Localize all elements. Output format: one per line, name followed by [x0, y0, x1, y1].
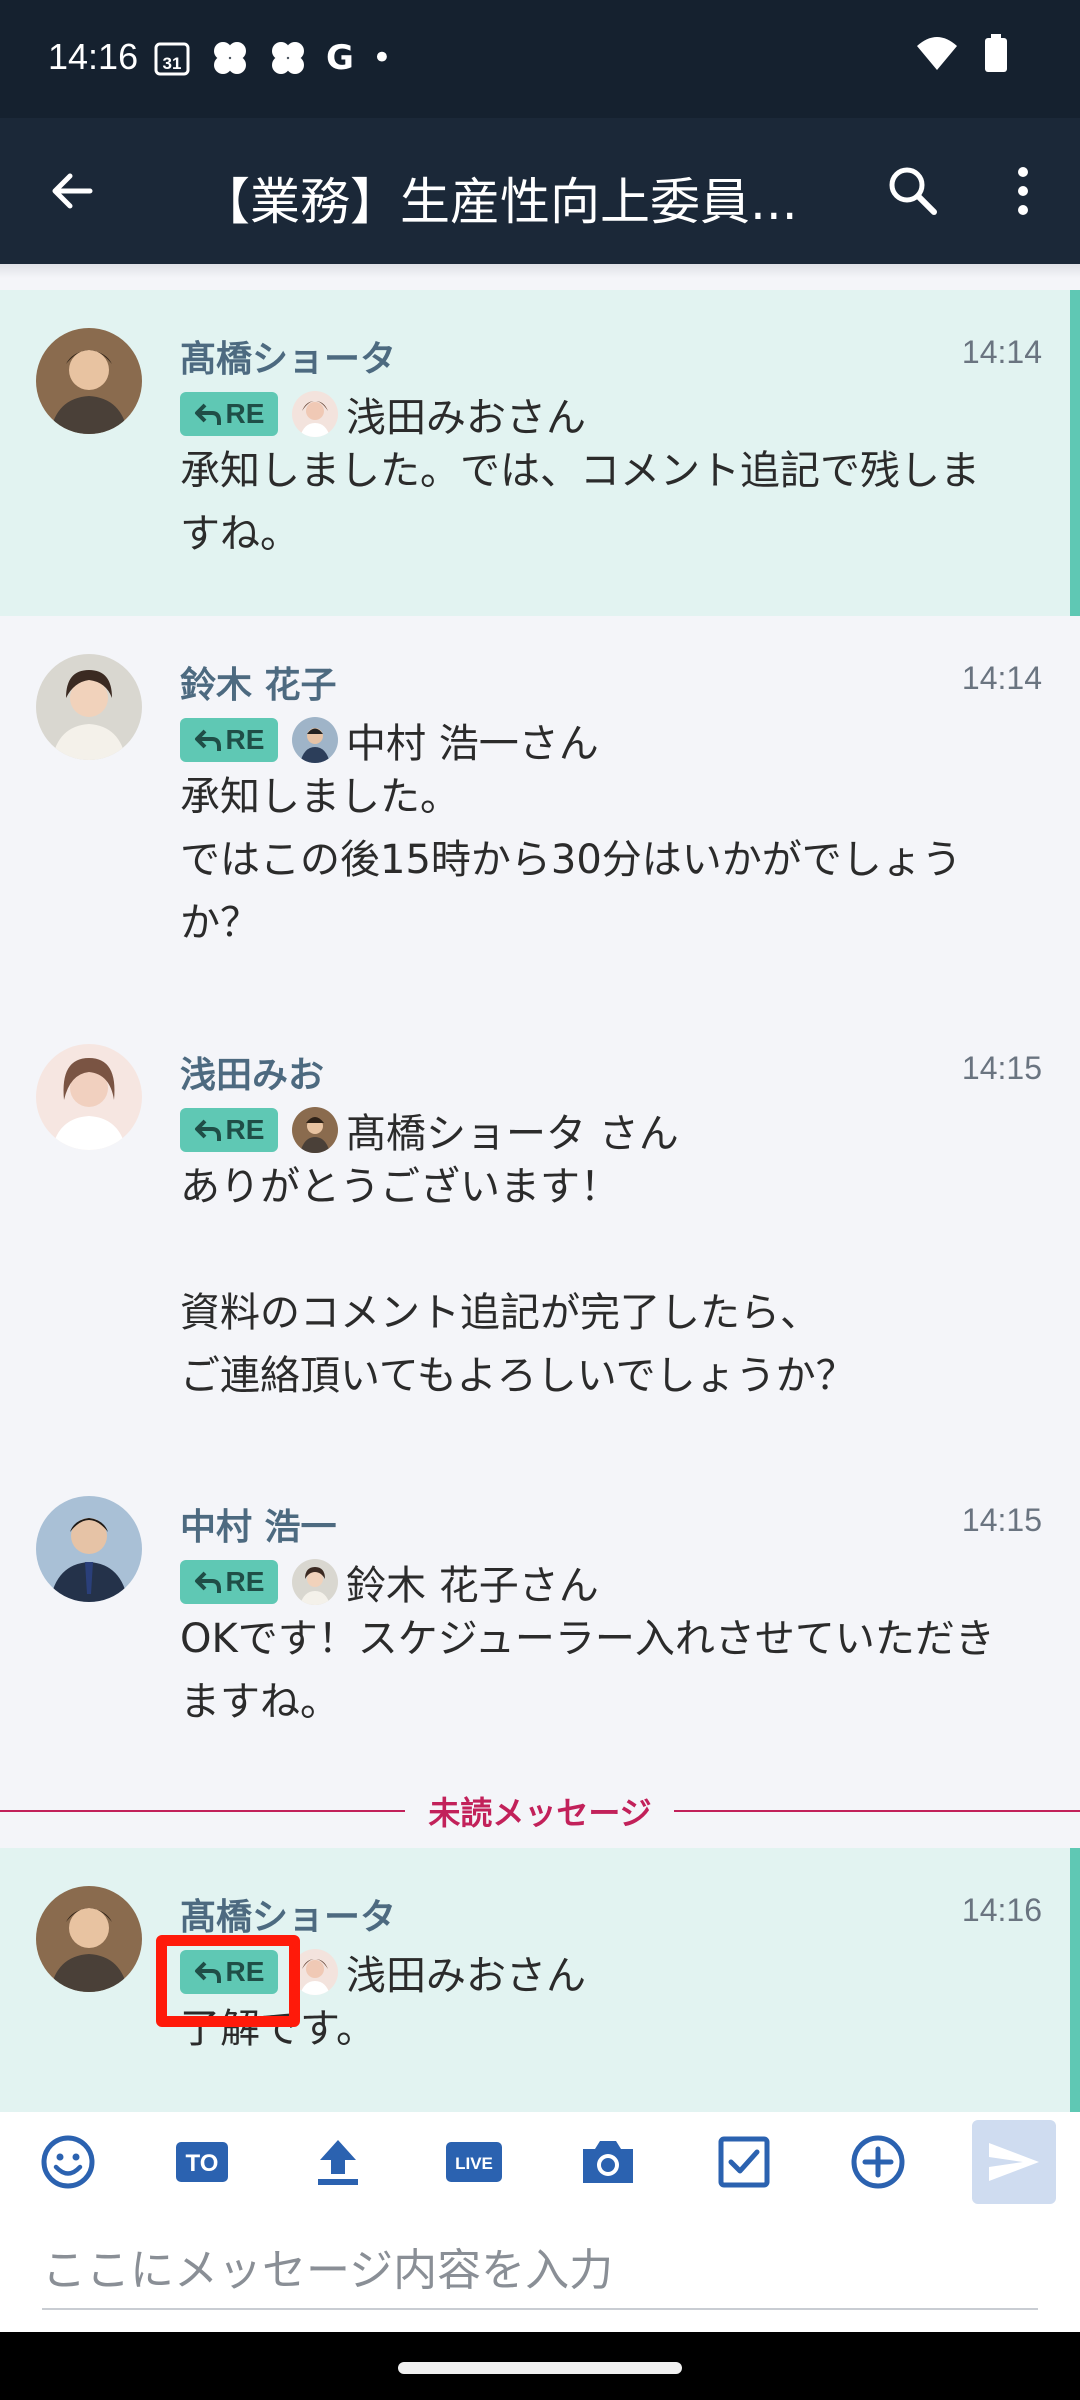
to-button[interactable]: TO: [168, 2128, 236, 2196]
reply-reference[interactable]: RE 浅田みおさん: [180, 385, 586, 443]
re-badge[interactable]: RE: [180, 718, 278, 762]
avatar[interactable]: [36, 1044, 142, 1150]
system-nav-bar: [0, 2332, 1080, 2400]
send-icon: [989, 2143, 1039, 2181]
send-button[interactable]: [972, 2120, 1056, 2204]
message-time: 14:15: [961, 1050, 1042, 1086]
reply-avatar: [292, 717, 338, 763]
pinwheel-icon: [214, 42, 246, 74]
reply-reference[interactable]: RE 中村 浩一さん: [180, 711, 599, 769]
reply-arrow-icon: [194, 729, 221, 751]
emoji-icon: [41, 2135, 95, 2189]
reply-avatar: [292, 1107, 338, 1153]
live-icon: LIVE: [446, 2142, 502, 2182]
notification-dot-icon: •: [371, 38, 392, 78]
to-icon: TO: [176, 2142, 228, 2182]
message-input-area: [0, 2212, 1080, 2332]
unread-divider: 未読メッセージ: [0, 1780, 1080, 1840]
chat-timeline[interactable]: 髙橋ショータ 14:14 RE 浅田みおさん 承知しました。では、コメント追記で…: [0, 264, 1080, 2112]
avatar[interactable]: [36, 1886, 142, 1992]
reply-arrow-icon: [194, 1119, 221, 1141]
message-time: 14:14: [961, 334, 1042, 370]
reply-avatar: [292, 391, 338, 437]
live-button[interactable]: LIVE: [440, 2128, 508, 2196]
camera-button[interactable]: [574, 2128, 642, 2196]
battery-icon: [985, 34, 1007, 72]
sender-name[interactable]: 鈴木 花子: [180, 656, 337, 708]
svg-text:LIVE: LIVE: [455, 2154, 493, 2173]
reply-reference[interactable]: RE 鈴木 花子さん: [180, 1553, 599, 1611]
status-bar: 14:16 31 G •: [0, 0, 1080, 118]
reply-arrow-icon: [194, 403, 221, 425]
reply-arrow-icon: [194, 1571, 221, 1593]
reply-to-name[interactable]: 浅田みおさん: [346, 1943, 586, 2001]
search-icon[interactable]: [880, 158, 946, 224]
reply-avatar: [292, 1559, 338, 1605]
message-item[interactable]: 髙橋ショータ 14:14 RE 浅田みおさん 承知しました。では、コメント追記で…: [0, 290, 1080, 616]
status-notification-icons: 31 G •: [152, 38, 392, 78]
reply-to-name[interactable]: 中村 浩一さん: [346, 711, 599, 769]
avatar[interactable]: [36, 328, 142, 434]
re-label: RE: [225, 724, 265, 755]
reply-to-name[interactable]: 浅田みおさん: [346, 385, 586, 443]
room-title: 【業務】生産性向上委員...: [200, 173, 798, 231]
reply-to-name[interactable]: 髙橋ショータ さん: [346, 1101, 679, 1159]
message-body: 了解です。: [180, 2006, 376, 2052]
system-icons: [916, 34, 1008, 74]
reply-to-name[interactable]: 鈴木 花子さん: [346, 1553, 599, 1611]
upload-button[interactable]: [304, 2128, 372, 2196]
message-item[interactable]: 浅田みお 14:15 RE 髙橋ショータ さん ありがとうございます！ 資料のコ…: [0, 1006, 1080, 1458]
message-time: 14:16: [961, 1892, 1042, 1928]
avatar[interactable]: [36, 654, 142, 760]
task-icon: [718, 2136, 770, 2188]
svg-text:31: 31: [163, 54, 182, 73]
add-button[interactable]: [844, 2128, 912, 2196]
message-item[interactable]: 鈴木 花子 14:14 RE 中村 浩一さん 承知しました。 ではこの後15時か…: [0, 616, 1080, 1006]
calendar-icon: 31: [154, 42, 190, 76]
home-gesture-handle[interactable]: [398, 2362, 682, 2374]
message-input[interactable]: [42, 2232, 1038, 2310]
svg-text:TO: TO: [186, 2150, 219, 2177]
emoji-button[interactable]: [34, 2128, 102, 2196]
message-body: 承知しました。 ではこの後15時から30分はいかがでしょう か？: [180, 774, 962, 946]
wifi-icon: [917, 37, 957, 70]
re-label: RE: [225, 1114, 265, 1145]
sender-name[interactable]: 髙橋ショータ: [180, 1888, 396, 1940]
avatar[interactable]: [36, 1496, 142, 1602]
task-button[interactable]: [710, 2128, 778, 2196]
re-badge[interactable]: RE: [180, 392, 278, 436]
upload-icon: [318, 2140, 358, 2185]
back-arrow-icon[interactable]: [40, 158, 106, 224]
message-item[interactable]: 中村 浩一 14:15 RE 鈴木 花子さん OKです！スケジューラー入れさせて…: [0, 1458, 1080, 1758]
annotation-highlight: [156, 1935, 300, 2027]
sender-name[interactable]: 浅田みお: [180, 1046, 324, 1098]
pinwheel-icon: [272, 42, 304, 74]
more-vert-icon[interactable]: [990, 158, 1056, 224]
sender-name[interactable]: 髙橋ショータ: [180, 330, 396, 382]
google-icon: G: [326, 38, 354, 78]
sender-name[interactable]: 中村 浩一: [180, 1498, 337, 1550]
message-time: 14:14: [961, 660, 1042, 696]
app-bar: 【業務】生産性向上委員...: [0, 118, 1080, 264]
reply-reference[interactable]: RE 髙橋ショータ さん: [180, 1101, 679, 1159]
divider: [0, 264, 1080, 278]
message-time: 14:15: [961, 1502, 1042, 1538]
composer-toolbar: TO LIVE: [0, 2112, 1080, 2212]
re-label: RE: [225, 1566, 265, 1597]
re-badge[interactable]: RE: [180, 1108, 278, 1152]
camera-icon: [583, 2141, 633, 2183]
re-badge[interactable]: RE: [180, 1560, 278, 1604]
message-body: OKです！スケジューラー入れさせていただき ますね。: [180, 1616, 995, 1725]
message-body: 承知しました。では、コメント追記で残しま すね。: [180, 448, 980, 557]
status-time: 14:16: [48, 36, 139, 77]
plus-icon: [851, 2135, 905, 2189]
message-body: ありがとうございます！ 資料のコメント追記が完了したら、 ご連絡頂いてもよろしい…: [180, 1164, 856, 1399]
re-label: RE: [225, 398, 265, 429]
